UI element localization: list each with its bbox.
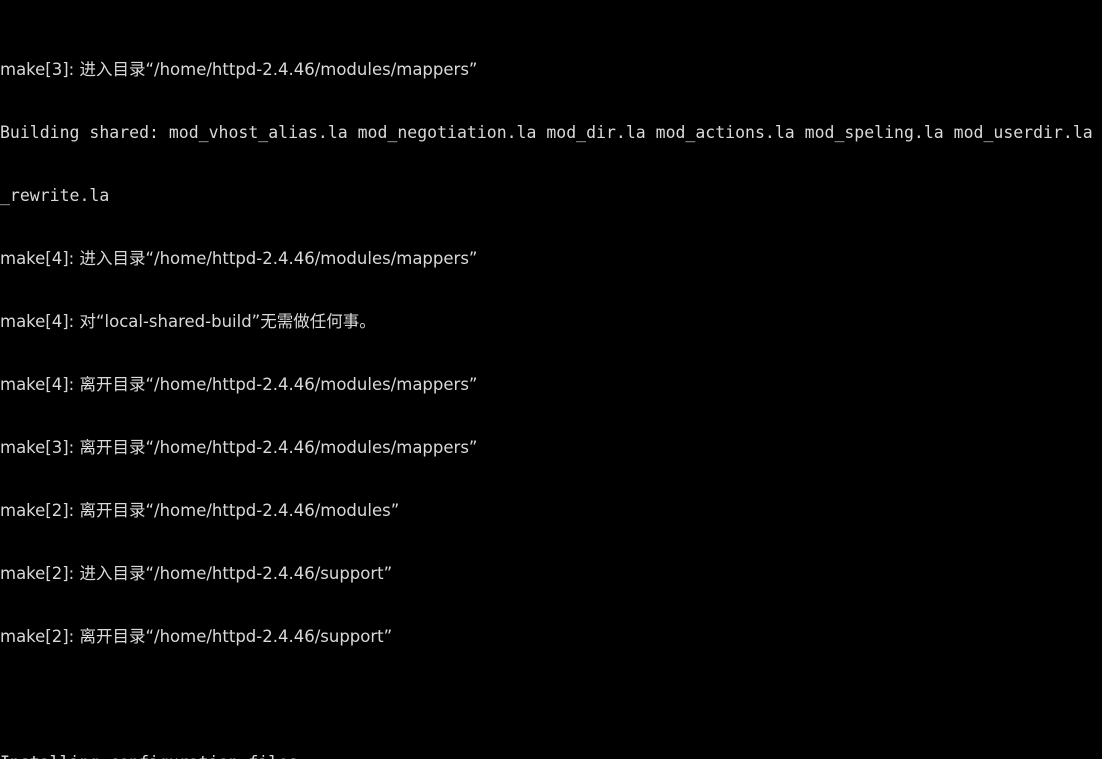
terminal-screen: make[3]: 进入目录“/home/httpd-2.4.46/modules… (0, 0, 1102, 759)
terminal-line: make[4]: 离开目录“/home/httpd-2.4.46/modules… (0, 375, 478, 394)
terminal-line: make[3]: 进入目录“/home/httpd-2.4.46/modules… (0, 60, 478, 79)
terminal-line: Installing configuration files (0, 752, 1102, 759)
terminal-line: make[2]: 进入目录“/home/httpd-2.4.46/support… (0, 564, 393, 583)
terminal-line: Building shared: mod_vhost_alias.la mod_… (0, 123, 1102, 142)
terminal-line: _rewrite.la (0, 186, 110, 205)
terminal-line: make[3]: 离开目录“/home/httpd-2.4.46/modules… (0, 438, 478, 457)
terminal-line: make[2]: 离开目录“/home/httpd-2.4.46/support… (0, 627, 393, 646)
terminal-window[interactable]: make[3]: 进入目录“/home/httpd-2.4.46/modules… (0, 0, 1102, 759)
terminal-line: make[2]: 离开目录“/home/httpd-2.4.46/modules… (0, 501, 400, 520)
terminal-line: make[4]: 对“local-shared-build”无需做任何事。 (0, 312, 376, 331)
terminal-line: make[4]: 进入目录“/home/httpd-2.4.46/modules… (0, 249, 478, 268)
